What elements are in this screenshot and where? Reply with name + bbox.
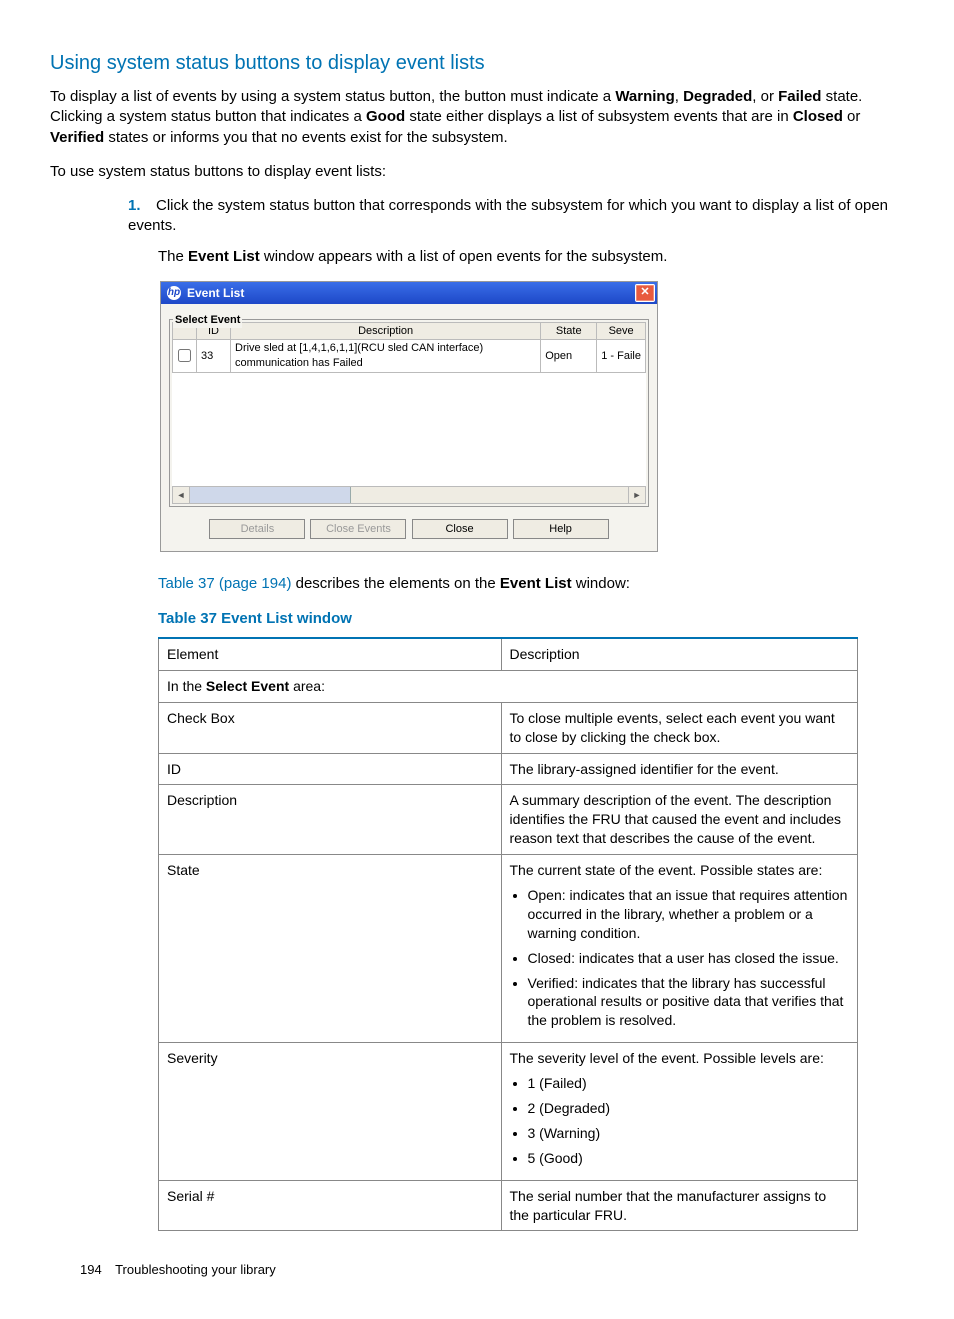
text: window: xyxy=(572,575,630,592)
text-bold: Event List xyxy=(188,248,260,265)
text: The current state of the event. Possible… xyxy=(510,862,823,878)
lead-sentence: To use system status buttons to display … xyxy=(50,162,894,182)
cell-description: To close multiple events, select each ev… xyxy=(501,702,858,753)
table-row: ID The library-assigned identifier for t… xyxy=(159,753,858,785)
table-row: State The current state of the event. Po… xyxy=(159,855,858,1043)
close-button[interactable]: Close xyxy=(412,519,508,540)
list-item: Open: indicates that an issue that requi… xyxy=(528,886,850,943)
text: state either displays a list of subsyste… xyxy=(405,108,793,125)
text: window appears with a list of open event… xyxy=(260,248,668,265)
list-item: Verified: indicates that the library has… xyxy=(528,974,850,1031)
details-button[interactable]: Details xyxy=(209,519,305,540)
page-number: 194 xyxy=(80,1261,102,1279)
col-severity[interactable]: Seve xyxy=(597,322,646,340)
table-37: Element Description In the Select Event … xyxy=(158,637,858,1231)
cell-element: ID xyxy=(159,753,502,785)
step-text: Click the system status button that corr… xyxy=(128,197,888,234)
table-row: Description A summary description of the… xyxy=(159,785,858,855)
th-description: Description xyxy=(501,638,858,670)
table-header-row: ID Description State Seve xyxy=(173,322,646,340)
text: or xyxy=(843,108,861,125)
cell-element: Check Box xyxy=(159,702,502,753)
scroll-left-icon[interactable]: ◄ xyxy=(173,487,190,503)
event-list-window: hp Event List ✕ Select Event ID Descript… xyxy=(160,281,658,553)
event-checkbox[interactable] xyxy=(178,349,191,362)
cell-description: The library-assigned identifier for the … xyxy=(501,753,858,785)
cell-description: A summary description of the event. The … xyxy=(501,785,858,855)
text: describes the elements on the xyxy=(291,575,499,592)
scroll-thumb[interactable] xyxy=(190,487,351,503)
cell-description: The current state of the event. Possible… xyxy=(501,855,858,1043)
button-row: Details Close Events Close Help xyxy=(169,519,649,540)
table-row: Check Box To close multiple events, sele… xyxy=(159,702,858,753)
cell-description: The severity level of the event. Possibl… xyxy=(501,1043,858,1180)
col-state[interactable]: State xyxy=(541,322,597,340)
table-row: Serial # The serial number that the manu… xyxy=(159,1180,858,1231)
text: The xyxy=(158,248,188,265)
text-bold: Verified xyxy=(50,129,104,146)
step-number: 1. xyxy=(128,196,156,216)
table-row[interactable]: 33 Drive sled at [1,4,1,6,1,1](RCU sled … xyxy=(173,340,646,373)
table-reference: Table 37 (page 194) describes the elemen… xyxy=(158,574,894,594)
section-heading: Using system status buttons to display e… xyxy=(50,50,894,77)
scroll-track[interactable] xyxy=(190,487,628,503)
text: , xyxy=(675,88,683,105)
step-result: The Event List window appears with a lis… xyxy=(158,247,894,267)
cell-severity: 1 - Faile xyxy=(597,340,646,373)
page-footer: 194 Troubleshooting your library xyxy=(80,1261,894,1279)
text-bold: Degraded xyxy=(683,88,752,105)
intro-paragraph: To display a list of events by using a s… xyxy=(50,87,894,148)
table-row: Severity The severity level of the event… xyxy=(159,1043,858,1180)
list-item: 3 (Warning) xyxy=(528,1124,850,1143)
text: The severity level of the event. Possibl… xyxy=(510,1050,824,1066)
footer-text: Troubleshooting your library xyxy=(115,1262,276,1277)
list-item: 5 (Good) xyxy=(528,1149,850,1168)
cell-element: State xyxy=(159,855,502,1043)
list-item: Closed: indicates that a user has closed… xyxy=(528,949,850,968)
text: In the xyxy=(167,678,206,694)
hp-logo-icon: hp xyxy=(167,286,181,300)
step-1: 1.Click the system status button that co… xyxy=(128,196,894,237)
close-events-button[interactable]: Close Events xyxy=(310,519,406,540)
col-description[interactable]: Description xyxy=(231,322,541,340)
event-table: ID Description State Seve 33 Drive sled … xyxy=(172,322,646,374)
cell-element: Description xyxy=(159,785,502,855)
cell-description: The serial number that the manufacturer … xyxy=(501,1180,858,1231)
list-item: 2 (Degraded) xyxy=(528,1099,850,1118)
fieldset-label: Select Event xyxy=(173,313,242,328)
text: , or xyxy=(752,88,778,105)
text: area: xyxy=(289,678,325,694)
titlebar[interactable]: hp Event List ✕ xyxy=(161,282,657,304)
help-button[interactable]: Help xyxy=(513,519,609,540)
text-bold: Select Event xyxy=(206,678,289,694)
table-caption: Table 37 Event List window xyxy=(158,609,894,629)
text: states or informs you that no events exi… xyxy=(104,129,508,146)
cell-id: 33 xyxy=(197,340,231,373)
th-element: Element xyxy=(159,638,502,670)
cell-description: Drive sled at [1,4,1,6,1,1](RCU sled CAN… xyxy=(231,340,541,373)
horizontal-scrollbar[interactable]: ◄ ► xyxy=(172,487,646,504)
text-bold: Warning xyxy=(615,88,674,105)
text: To display a list of events by using a s… xyxy=(50,88,615,105)
text-bold: Failed xyxy=(778,88,821,105)
cell-state: Open xyxy=(541,340,597,373)
cell-element: Severity xyxy=(159,1043,502,1180)
row-span-header: In the Select Event area: xyxy=(159,670,858,702)
text-bold: Good xyxy=(366,108,405,125)
scroll-right-icon[interactable]: ► xyxy=(628,487,645,503)
cross-reference-link[interactable]: Table 37 (page 194) xyxy=(158,575,291,592)
text-bold: Closed xyxy=(793,108,843,125)
list-item: 1 (Failed) xyxy=(528,1074,850,1093)
window-title: Event List xyxy=(187,285,244,301)
cell-element: Serial # xyxy=(159,1180,502,1231)
text-bold: Event List xyxy=(500,575,572,592)
select-event-fieldset: ID Description State Seve 33 Drive sled … xyxy=(169,319,649,507)
close-icon[interactable]: ✕ xyxy=(635,284,655,302)
